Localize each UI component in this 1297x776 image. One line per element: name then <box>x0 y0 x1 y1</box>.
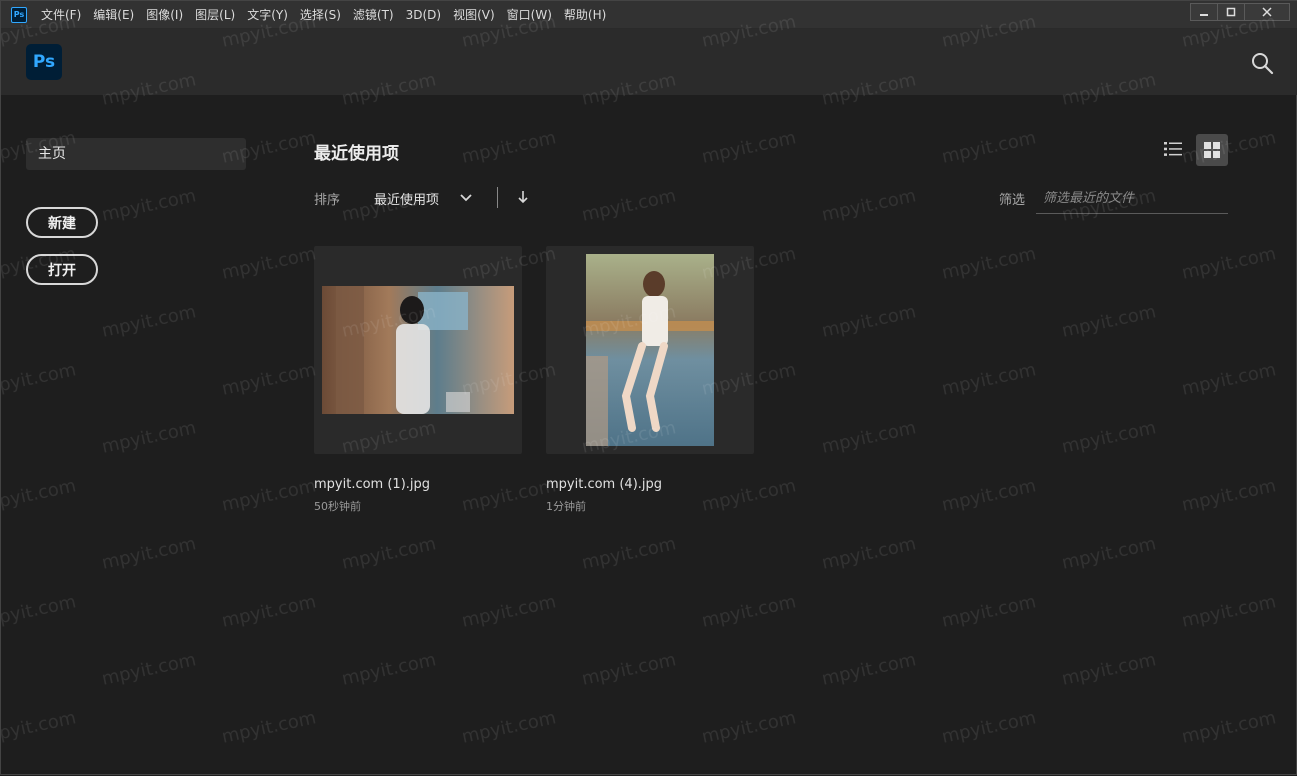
watermark-text: mpyit.com <box>99 417 198 458</box>
watermark-text: mpyit.com <box>939 591 1038 632</box>
watermark-text: mpyit.com <box>1179 707 1278 748</box>
menu-help[interactable]: 帮助(H) <box>558 1 612 29</box>
watermark-text: mpyit.com <box>1 359 78 400</box>
menu-view[interactable]: 视图(V) <box>447 1 501 29</box>
watermark-text: mpyit.com <box>699 127 798 168</box>
file-thumbnail <box>586 254 714 446</box>
file-thumbnail <box>322 286 514 414</box>
minimize-icon <box>1200 14 1208 16</box>
watermark-text: mpyit.com <box>579 533 678 574</box>
watermark-text: mpyit.com <box>1179 359 1278 400</box>
list-view-icon <box>1164 142 1182 156</box>
menu-layer[interactable]: 图层(L) <box>189 1 241 29</box>
watermark-text: mpyit.com <box>1 591 78 632</box>
menu-window[interactable]: 窗口(W) <box>501 1 558 29</box>
new-button[interactable]: 新建 <box>26 207 98 238</box>
watermark-text: mpyit.com <box>1179 127 1278 168</box>
menu-3d[interactable]: 3D(D) <box>400 1 447 29</box>
watermark-text: mpyit.com <box>939 475 1038 516</box>
menu-edit[interactable]: 编辑(E) <box>87 1 140 29</box>
watermark-text: mpyit.com <box>1059 301 1158 342</box>
grid-view-icon <box>1204 142 1220 158</box>
menu-select[interactable]: 选择(S) <box>294 1 347 29</box>
file-time: 1分钟前 <box>546 500 586 513</box>
maximize-icon <box>1226 7 1236 17</box>
sort-dropdown[interactable]: 最近使用项 <box>374 189 439 208</box>
file-time: 50秒钟前 <box>314 500 361 513</box>
watermark-text: mpyit.com <box>819 185 918 226</box>
watermark-text: mpyit.com <box>219 359 318 400</box>
app-icon[interactable]: Ps <box>11 6 27 23</box>
menu-image[interactable]: 图像(I) <box>140 1 189 29</box>
menu-type[interactable]: 文字(Y) <box>241 1 294 29</box>
watermark-text: mpyit.com <box>939 359 1038 400</box>
watermark-text: mpyit.com <box>459 707 558 748</box>
sort-label: 排序 <box>314 193 341 208</box>
menu-filter[interactable]: 滤镜(T) <box>347 1 400 29</box>
recent-file-card[interactable] <box>546 246 754 454</box>
watermark-text: mpyit.com <box>819 301 918 342</box>
minimize-button[interactable] <box>1190 3 1218 21</box>
filter-label: 筛选 <box>999 193 1026 208</box>
watermark-text: mpyit.com <box>339 649 438 690</box>
watermark-text: mpyit.com <box>459 127 558 168</box>
open-button[interactable]: 打开 <box>26 254 98 285</box>
watermark-text: mpyit.com <box>1179 243 1278 284</box>
filter-input[interactable] <box>1036 183 1228 214</box>
sort-direction-icon[interactable] <box>516 190 530 204</box>
list-view-button[interactable] <box>1158 134 1188 164</box>
watermark-text: mpyit.com <box>579 185 678 226</box>
watermark-text: mpyit.com <box>699 591 798 632</box>
watermark-text: mpyit.com <box>219 591 318 632</box>
recent-file-card[interactable] <box>314 246 522 454</box>
watermark-text: mpyit.com <box>219 475 318 516</box>
ps-logo[interactable]: Ps <box>26 44 62 80</box>
close-icon <box>1262 7 1272 17</box>
photoshop-window: Ps 文件(F) 编辑(E) 图像(I) 图层(L) 文字(Y) 选择(S) 滤… <box>0 0 1297 775</box>
watermark-text: mpyit.com <box>1059 417 1158 458</box>
chevron-down-icon[interactable] <box>459 191 473 205</box>
watermark-text: mpyit.com <box>99 301 198 342</box>
watermark-text: mpyit.com <box>1 707 78 748</box>
home-header: Ps <box>1 29 1297 95</box>
file-name[interactable]: mpyit.com (4).jpg <box>546 477 662 492</box>
watermark-text: mpyit.com <box>1179 591 1278 632</box>
watermark-text: mpyit.com <box>939 127 1038 168</box>
menu-bar: Ps 文件(F) 编辑(E) 图像(I) 图层(L) 文字(Y) 选择(S) 滤… <box>1 1 1297 29</box>
maximize-button[interactable] <box>1217 3 1245 21</box>
watermark-text: mpyit.com <box>699 475 798 516</box>
watermark-text: mpyit.com <box>699 707 798 748</box>
watermark-text: mpyit.com <box>939 707 1038 748</box>
watermark-text: mpyit.com <box>1 475 78 516</box>
watermark-text: mpyit.com <box>459 591 558 632</box>
watermark-text: mpyit.com <box>1179 475 1278 516</box>
grid-view-button[interactable] <box>1196 134 1228 166</box>
watermark-text: mpyit.com <box>1059 533 1158 574</box>
menu-file[interactable]: 文件(F) <box>35 1 87 29</box>
watermark-text: mpyit.com <box>339 533 438 574</box>
sidebar-item-home[interactable]: 主页 <box>26 138 246 170</box>
watermark-text: mpyit.com <box>819 417 918 458</box>
close-button[interactable] <box>1244 3 1290 21</box>
watermark-text: mpyit.com <box>99 185 198 226</box>
watermark-text: mpyit.com <box>579 649 678 690</box>
watermark-text: mpyit.com <box>219 243 318 284</box>
watermark-text: mpyit.com <box>459 475 558 516</box>
sort-divider <box>497 187 498 208</box>
watermark-text: mpyit.com <box>99 649 198 690</box>
file-name[interactable]: mpyit.com (1).jpg <box>314 477 430 492</box>
window-controls <box>1190 3 1290 21</box>
watermark-text: mpyit.com <box>1059 649 1158 690</box>
search-icon[interactable] <box>1250 51 1274 75</box>
watermark-text: mpyit.com <box>99 533 198 574</box>
watermark-text: mpyit.com <box>819 649 918 690</box>
watermark-text: mpyit.com <box>819 533 918 574</box>
watermark-text: mpyit.com <box>939 243 1038 284</box>
page-title: 最近使用项 <box>314 144 399 164</box>
watermark-text: mpyit.com <box>219 707 318 748</box>
